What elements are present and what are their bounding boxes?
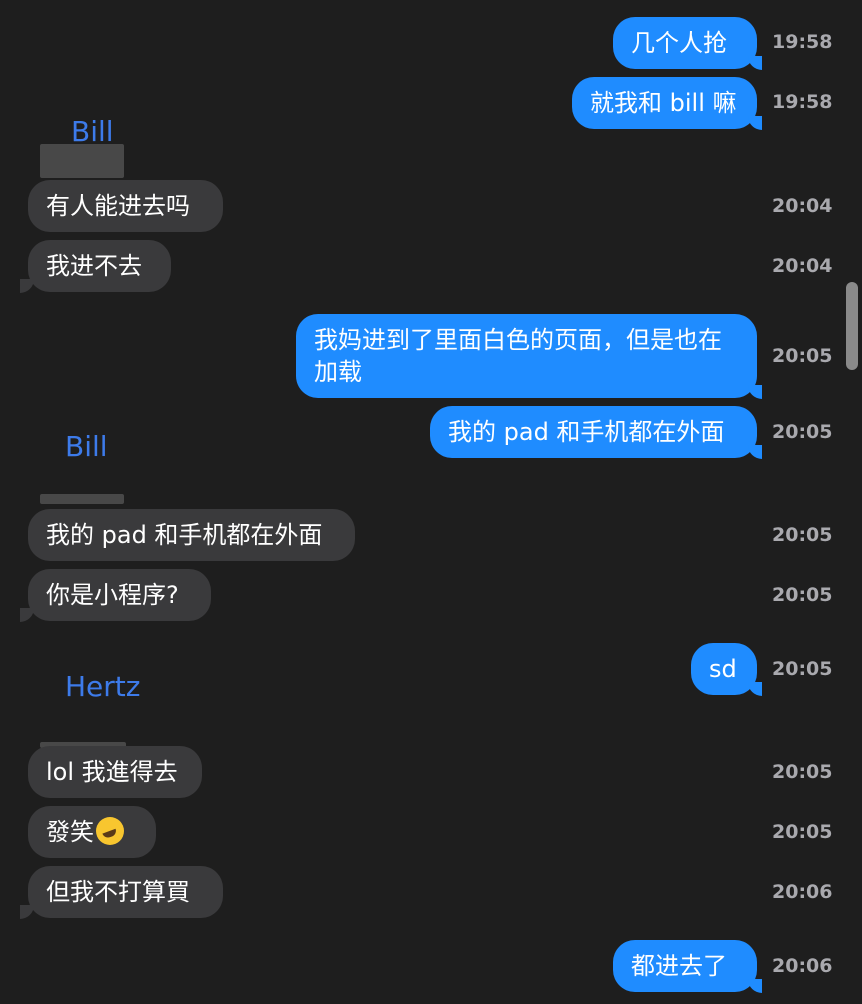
bubble-tail [748,682,762,696]
message-timestamp: 20:05 [772,761,833,783]
bubble-tail [20,279,34,293]
message-bubble-incoming[interactable]: lol 我進得去 [28,746,202,798]
message-bubble-incoming[interactable]: 有人能进去吗 [28,180,223,232]
message-bubble-incoming[interactable]: 發笑 [28,806,156,858]
message-bubble-outgoing[interactable]: 都进去了 [613,940,757,992]
sender-name: Bill [65,430,108,463]
message-bubble-incoming[interactable]: 但我不打算買 [28,866,223,918]
bubble-tail [748,445,762,459]
bubble-tail [20,608,34,622]
message-timestamp: 20:06 [772,881,833,903]
rolling-on-floor-laughing-emoji [96,817,124,845]
message-timestamp: 20:05 [772,421,833,443]
message-timestamp: 20:05 [772,821,833,843]
bubble-tail [748,385,762,399]
sender-name: Hertz [65,670,141,703]
blurred-avatar [40,494,124,504]
message-bubble-outgoing[interactable]: sd [691,643,757,695]
bubble-tail [748,116,762,130]
bubble-tail [748,979,762,993]
message-timestamp: 20:04 [772,195,833,217]
blurred-avatar [40,144,124,178]
message-text: 發笑 [46,818,94,846]
message-timestamp: 20:05 [772,524,833,546]
message-bubble-incoming[interactable]: 我进不去 [28,240,171,292]
message-bubble-incoming[interactable]: 你是小程序? [28,569,211,621]
message-bubble-outgoing[interactable]: 几个人抢 [613,17,757,69]
message-timestamp: 20:06 [772,955,833,977]
message-timestamp: 20:05 [772,658,833,680]
message-timestamp: 19:58 [772,91,833,113]
message-timestamp: 20:05 [772,345,833,367]
scrollbar-thumb[interactable] [846,282,858,370]
message-bubble-incoming[interactable]: 我的 pad 和手机都在外面 [28,509,355,561]
message-bubble-outgoing[interactable]: 我的 pad 和手机都在外面 [430,406,757,458]
message-timestamp: 20:05 [772,584,833,606]
message-timestamp: 19:58 [772,31,833,53]
bubble-tail [748,56,762,70]
message-bubble-outgoing[interactable]: 我妈进到了里面白色的页面，但是也在加载 [296,314,757,398]
bubble-tail [20,905,34,919]
message-bubble-outgoing[interactable]: 就我和 bill 嘛 [572,77,757,129]
message-timestamp: 20:04 [772,255,833,277]
